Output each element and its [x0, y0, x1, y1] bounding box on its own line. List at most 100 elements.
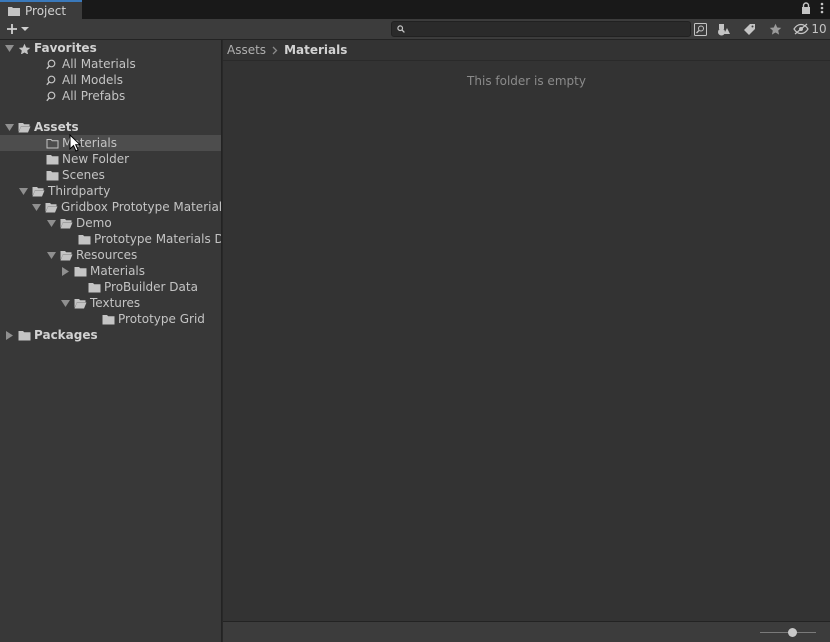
lock-icon[interactable]: [801, 2, 811, 14]
chevron-right-icon: [272, 46, 278, 54]
folder-open-icon: [32, 186, 45, 196]
tree-item[interactable]: Thirdparty: [0, 183, 221, 199]
expand-arrow-down-icon[interactable]: [46, 250, 56, 260]
tab-project[interactable]: Project: [0, 0, 82, 19]
star-icon: [18, 43, 31, 54]
tree-item-label: ProBuilder Data: [104, 280, 198, 294]
folder-empty-icon: [46, 138, 59, 148]
expand-arrow-down-icon[interactable]: [18, 186, 28, 196]
filter-by-type-icon: [718, 23, 730, 35]
search-icon: [397, 25, 405, 33]
eye-hidden-icon: [793, 23, 810, 35]
folder-open-icon: [18, 122, 31, 132]
filter-by-type-button[interactable]: [716, 21, 732, 37]
folder-icon: [102, 314, 115, 324]
tag-icon: [743, 23, 755, 35]
tree-item[interactable]: Materials: [0, 263, 221, 279]
search-icon: [46, 91, 56, 101]
tree-item-label: Assets: [34, 120, 79, 134]
tree-item-label: Resources: [76, 248, 138, 262]
tree-item[interactable]: ProBuilder Data: [0, 279, 221, 295]
tree-item-label: Gridbox Prototype Materials: [61, 200, 222, 214]
tree-item-label: All Materials: [62, 57, 136, 71]
search-input[interactable]: [405, 22, 690, 36]
tree-item-label: Prototype Materials De: [94, 232, 222, 246]
tree-item-label: Packages: [34, 328, 98, 342]
tree-item[interactable]: Materials: [0, 135, 221, 151]
expand-arrow-down-icon[interactable]: [4, 122, 14, 132]
save-search-button[interactable]: [767, 21, 783, 37]
folder-tree[interactable]: Favorites All Materials All Models All Pref…: [0, 40, 222, 642]
expand-arrow-right-icon[interactable]: [60, 266, 70, 276]
tree-item-label: Favorites: [34, 41, 97, 55]
folder-icon: [88, 282, 101, 292]
tab-label: Project: [25, 3, 67, 18]
tree-item[interactable]: New Folder: [0, 151, 221, 167]
search-field[interactable]: [391, 21, 691, 37]
folder-open-icon: [60, 218, 73, 228]
content-footer: [223, 621, 830, 642]
expand-arrow-down-icon[interactable]: [46, 218, 56, 228]
tree-item-label: Thirdparty: [48, 184, 111, 198]
tree-item[interactable]: All Materials: [0, 56, 221, 72]
expand-arrow-down-icon[interactable]: [32, 202, 41, 212]
tree-item[interactable]: Favorites: [0, 40, 221, 56]
tree-item[interactable]: Gridbox Prototype Materials: [0, 199, 222, 215]
expand-arrow-right-icon[interactable]: [4, 330, 14, 340]
expand-arrow-down-icon[interactable]: [60, 298, 70, 308]
folder-icon: [8, 6, 20, 16]
toggle-hidden-packages-button[interactable]: 10: [793, 21, 827, 37]
filter-by-label-button[interactable]: [741, 21, 757, 37]
toolbar: 10: [0, 19, 830, 40]
content-panel: Assets Materials This folder is empty: [223, 40, 830, 642]
icon-size-slider[interactable]: [760, 628, 816, 637]
expand-arrow-down-icon[interactable]: [4, 43, 14, 53]
folder-open-icon: [60, 250, 73, 260]
folder-icon: [18, 330, 31, 340]
folder-icon: [78, 234, 91, 244]
folder-icon: [74, 266, 87, 276]
tree-item[interactable]: Demo: [0, 215, 221, 231]
hidden-packages-count: 10: [811, 22, 827, 36]
tree-item-label: New Folder: [62, 152, 130, 166]
tree-item-label: Textures: [90, 296, 141, 310]
search-in-scene-icon: [693, 22, 707, 36]
tree-item-label: Scenes: [62, 168, 105, 182]
slider-handle[interactable]: [788, 628, 797, 637]
folder-open-icon: [45, 202, 58, 212]
tree-item[interactable]: All Models: [0, 72, 221, 88]
folder-open-icon: [74, 298, 87, 308]
tree-item-label: Demo: [76, 216, 112, 230]
search-icon: [46, 75, 56, 85]
search-icon: [46, 59, 56, 69]
tree-item[interactable]: Prototype Grid: [0, 311, 221, 327]
tree-item-label: Prototype Grid: [118, 312, 205, 326]
create-button[interactable]: [6, 21, 29, 37]
tree-item[interactable]: Packages: [0, 327, 221, 343]
search-by-type-button[interactable]: [692, 21, 708, 37]
tree-item-label: Materials: [90, 264, 146, 278]
tree-item[interactable]: Resources: [0, 247, 221, 263]
folder-icon: [46, 154, 59, 164]
more-options-icon[interactable]: [820, 2, 824, 14]
tree-item-label: All Models: [62, 73, 123, 87]
star-icon: [769, 23, 781, 35]
plus-icon: [7, 24, 17, 34]
tree-item[interactable]: All Prefabs: [0, 88, 221, 104]
mouse-cursor-icon: [69, 134, 81, 152]
tree-item[interactable]: Textures: [0, 295, 221, 311]
tree-item[interactable]: Prototype Materials De: [0, 231, 222, 247]
breadcrumb-assets[interactable]: Assets: [227, 43, 266, 57]
tree-item[interactable]: Assets: [0, 119, 221, 135]
tree-item[interactable]: Scenes: [0, 167, 221, 183]
empty-folder-message: This folder is empty: [467, 74, 586, 88]
breadcrumb-current[interactable]: Materials: [284, 43, 347, 57]
